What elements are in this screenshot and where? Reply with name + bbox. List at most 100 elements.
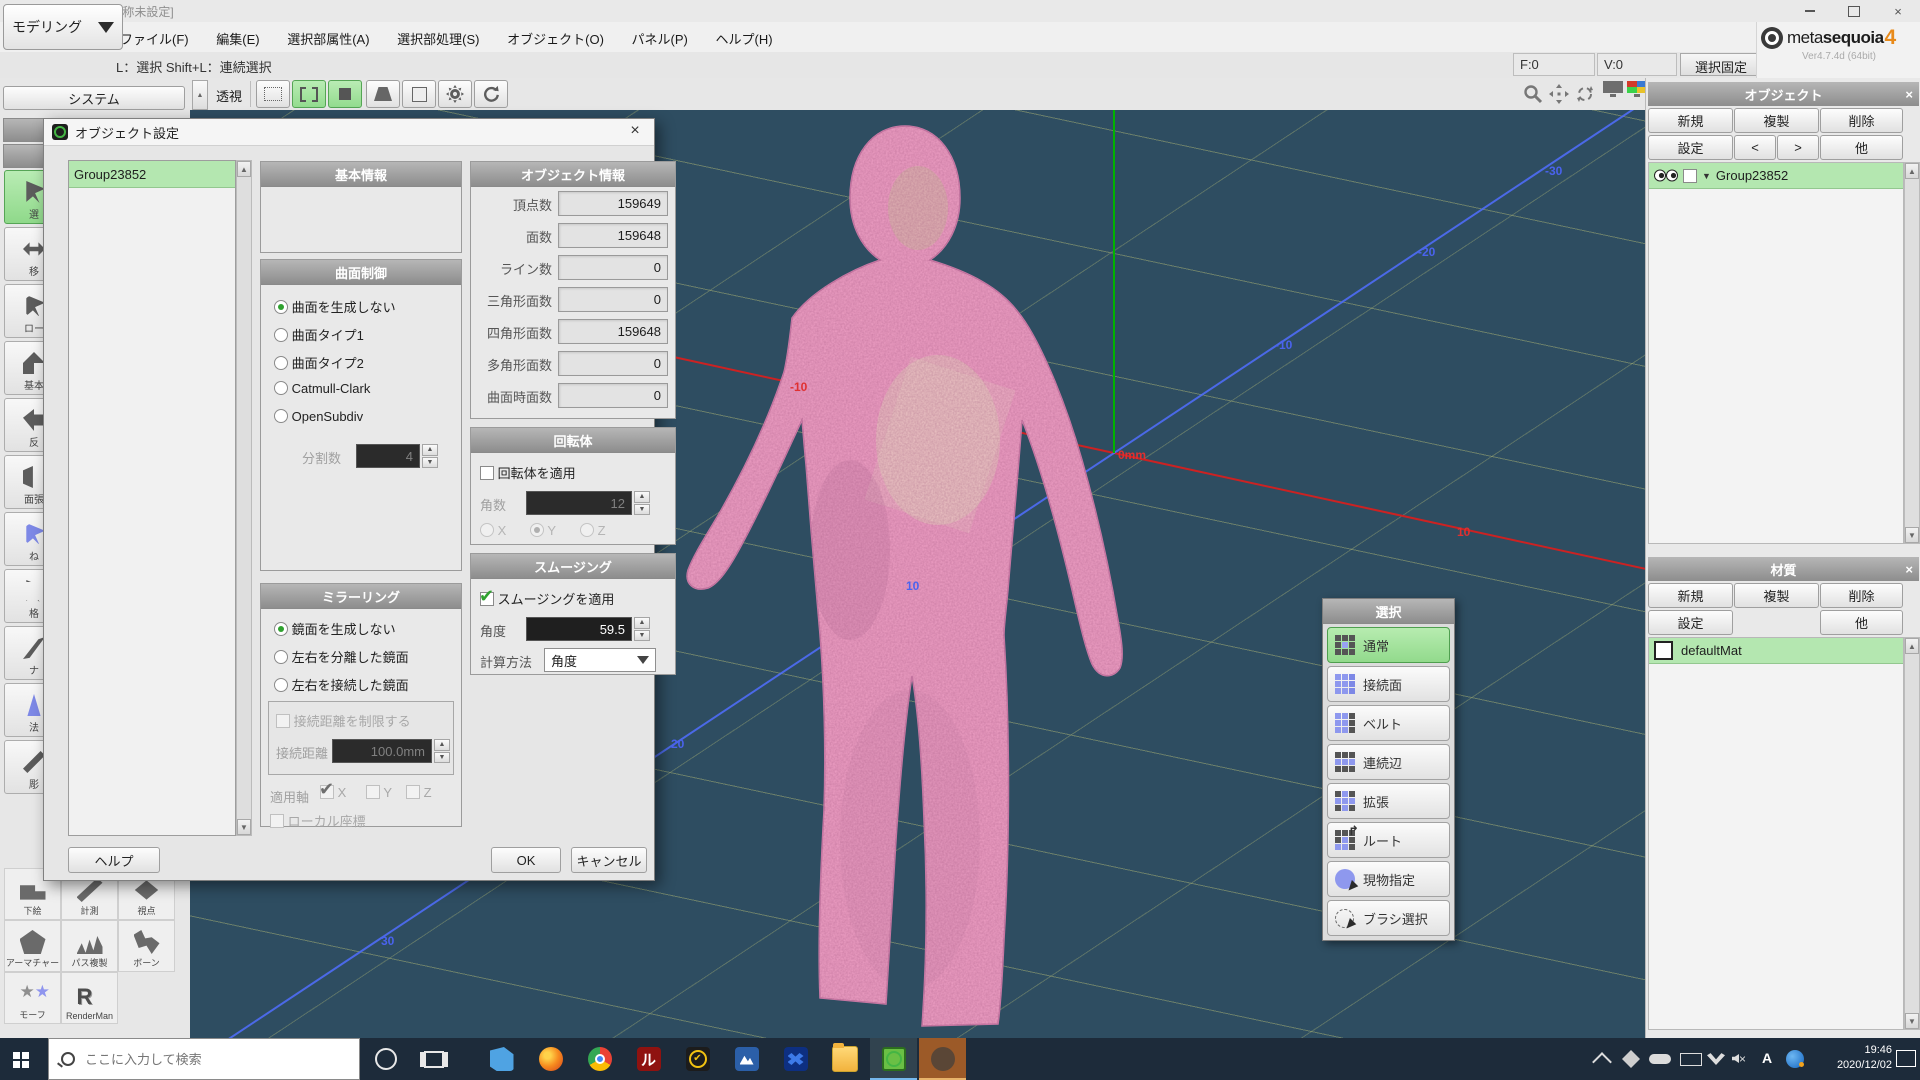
select-panel-header[interactable]: 選択 xyxy=(1323,599,1454,624)
menu-selection-proc[interactable]: 選択部処理(S) xyxy=(385,22,491,48)
object-other-button[interactable]: 他 xyxy=(1820,135,1903,160)
division-field[interactable]: 4 xyxy=(356,444,420,468)
menu-selection-attr[interactable]: 選択部属性(A) xyxy=(275,22,381,48)
explorer-button[interactable] xyxy=(821,1038,868,1080)
tray-cortana-sphere-icon[interactable] xyxy=(1786,1050,1804,1068)
orbit-icon[interactable] xyxy=(1572,80,1598,108)
lathe-num-field[interactable]: 12 xyxy=(526,491,632,515)
radio-opensubdiv[interactable] xyxy=(274,409,288,423)
limit-distance-checkbox[interactable] xyxy=(276,714,290,728)
expand-triangle-icon[interactable]: ▼ xyxy=(1702,171,1711,181)
tool-morph[interactable]: ★★モーフ xyxy=(4,972,61,1024)
acrobat-button[interactable]: ル xyxy=(625,1038,672,1080)
tray-battery-icon[interactable] xyxy=(1680,1053,1702,1066)
material-panel-header[interactable]: 材質× xyxy=(1648,557,1919,581)
scroll-up-icon[interactable]: ▲ xyxy=(1905,638,1919,654)
splitter-handle[interactable]: ▲ xyxy=(192,80,208,110)
scroll-down-icon[interactable]: ▼ xyxy=(237,819,251,835)
menu-object[interactable]: オブジェクト(O) xyxy=(495,22,616,48)
metasequoia-taskbar-button[interactable] xyxy=(870,1038,917,1080)
menu-help[interactable]: ヘルプ(H) xyxy=(704,22,785,48)
chrome-button[interactable] xyxy=(576,1038,623,1080)
object-new-button[interactable]: 新規 xyxy=(1648,108,1733,133)
smoothing-apply-checkbox[interactable] xyxy=(480,592,494,606)
pan-icon[interactable] xyxy=(1546,80,1572,108)
close-icon[interactable]: × xyxy=(1905,562,1913,577)
dialog-title-bar[interactable]: オブジェクト設定 × xyxy=(44,119,654,146)
menu-panel[interactable]: パネル(P) xyxy=(620,22,700,48)
object-prev-button[interactable]: < xyxy=(1734,135,1776,160)
ok-button[interactable]: OK xyxy=(491,847,561,873)
tray-ime-icon[interactable]: A xyxy=(1762,1050,1776,1068)
material-new-button[interactable]: 新規 xyxy=(1648,583,1733,608)
taskbar-search[interactable] xyxy=(48,1038,360,1080)
select-mode-connected-face[interactable]: 接続面 xyxy=(1327,666,1450,702)
select-mode-direct-pick[interactable]: 現物指定 xyxy=(1327,861,1450,897)
tray-chevron-up-icon[interactable] xyxy=(1592,1052,1612,1072)
angle-field[interactable]: 59.5 xyxy=(526,617,632,641)
dropbox-button[interactable] xyxy=(772,1038,819,1080)
task-view-button[interactable] xyxy=(410,1038,457,1080)
selection-lock-button[interactable]: 選択固定 xyxy=(1680,53,1762,76)
material-duplicate-button[interactable]: 複製 xyxy=(1734,583,1819,608)
tool-renderman[interactable]: RRenderMan xyxy=(61,972,118,1024)
fill-select-icon[interactable] xyxy=(328,80,362,108)
material-settings-button[interactable]: 設定 xyxy=(1648,610,1733,635)
material-list-scrollbar[interactable]: ▲ ▼ xyxy=(1904,637,1920,1030)
select-mode-expand[interactable]: 拡張 xyxy=(1327,783,1450,819)
single-view-icon[interactable] xyxy=(1602,80,1624,108)
zoom-icon[interactable] xyxy=(1520,80,1546,108)
lathe-axis-x-radio[interactable] xyxy=(480,523,494,537)
scroll-up-icon[interactable]: ▲ xyxy=(237,161,251,177)
object-settings-button[interactable]: 設定 xyxy=(1648,135,1733,160)
mirror-axis-y-checkbox[interactable] xyxy=(366,785,380,799)
dialog-close-icon[interactable]: × xyxy=(624,122,646,142)
tray-drive-icon[interactable] xyxy=(1622,1050,1640,1068)
distance-stepper[interactable]: ▲▼ xyxy=(434,739,450,763)
lathe-axis-y-radio[interactable] xyxy=(530,523,544,537)
select-mode-route[interactable]: ルート xyxy=(1327,822,1450,858)
radio-catmull-clark[interactable] xyxy=(274,381,288,395)
refresh-icon[interactable] xyxy=(474,80,508,108)
material-delete-button[interactable]: 削除 xyxy=(1820,583,1903,608)
system-header-button[interactable]: システム xyxy=(3,86,185,110)
mirror-axis-x-checkbox[interactable] xyxy=(320,785,334,799)
object-list-item[interactable]: ▼ Group23852 xyxy=(1649,163,1903,189)
lathe-apply-checkbox[interactable] xyxy=(480,466,494,480)
menu-edit[interactable]: 編集(E) xyxy=(204,22,271,48)
tray-wifi-icon[interactable] xyxy=(1707,1051,1725,1065)
material-swatch[interactable] xyxy=(1654,641,1673,660)
radio-surface-type2[interactable] xyxy=(274,356,288,370)
firefox-button[interactable] xyxy=(527,1038,574,1080)
method-dropdown[interactable]: 角度 xyxy=(544,648,656,672)
norton-button[interactable]: ✔ xyxy=(674,1038,721,1080)
start-button[interactable] xyxy=(0,1038,48,1080)
taskbar-clock[interactable]: 19:462020/12/02 xyxy=(1837,1043,1892,1073)
paint3d-button[interactable] xyxy=(478,1038,525,1080)
mode-dropdown[interactable]: モデリング xyxy=(3,4,123,50)
radio-no-mirror[interactable] xyxy=(274,622,288,636)
lathe-axis-z-radio[interactable] xyxy=(580,523,594,537)
tool-bone[interactable]: ボーン xyxy=(118,920,175,972)
minimize-button[interactable] xyxy=(1788,0,1832,22)
search-input[interactable] xyxy=(83,1051,337,1068)
visibility-eyes-icon[interactable] xyxy=(1654,169,1678,182)
scroll-up-icon[interactable]: ▲ xyxy=(1905,163,1919,179)
lattice-icon[interactable] xyxy=(366,80,400,108)
marquee-select-icon[interactable] xyxy=(256,80,290,108)
object-checkbox[interactable] xyxy=(1683,169,1697,183)
scroll-down-icon[interactable]: ▼ xyxy=(1905,1013,1919,1029)
material-list-item[interactable]: defaultMat xyxy=(1649,638,1903,664)
tool-path-clone[interactable]: パス複製 xyxy=(61,920,118,972)
local-coords-checkbox[interactable] xyxy=(270,814,284,828)
3d-model-figure[interactable] xyxy=(670,120,1130,1035)
cortana-button[interactable] xyxy=(362,1038,409,1080)
close-icon[interactable]: × xyxy=(1905,87,1913,102)
object-panel-header[interactable]: オブジェクト× xyxy=(1648,82,1919,106)
gimp-taskbar-button[interactable] xyxy=(919,1038,966,1080)
object-delete-button[interactable]: 削除 xyxy=(1820,108,1903,133)
radio-mirror-connected[interactable] xyxy=(274,678,288,692)
tool-armature[interactable]: アーマチャー xyxy=(4,920,61,972)
division-stepper[interactable]: ▲▼ xyxy=(422,444,438,468)
mirror-axis-z-checkbox[interactable] xyxy=(406,785,420,799)
